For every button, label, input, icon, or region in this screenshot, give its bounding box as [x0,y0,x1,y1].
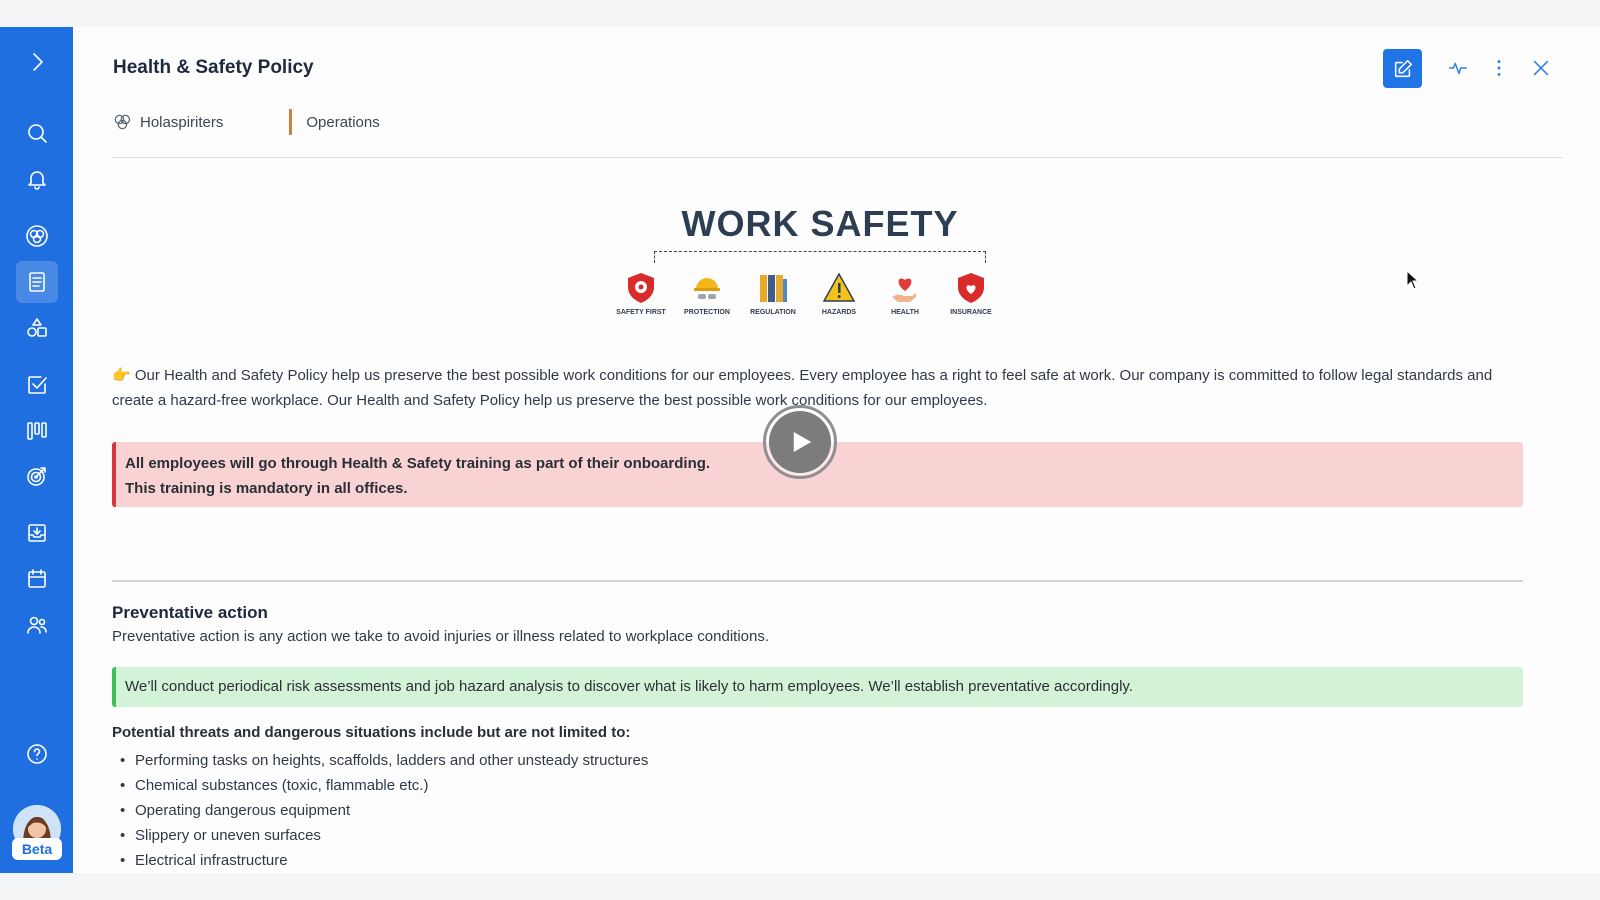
expand-sidebar-button[interactable] [16,41,58,83]
sidebar-item-inbox[interactable] [16,512,58,554]
circle-tag-label: Holaspiriters [140,113,224,131]
circles-icon [114,114,131,130]
binders-icon [760,275,787,302]
intro-paragraph: 👉 Our Health and Safety Policy help us p… [112,363,1512,413]
work-safety-banner: WORK SAFETY SAFETY FIRST PROTECTION REGU… [616,203,1020,323]
category-color-bar [289,109,293,135]
badge-label: HAZARDS [821,309,857,316]
threats-heading: Potential threats and dangerous situatio… [112,724,631,741]
section-heading: Preventative action [112,603,268,622]
circle-tag[interactable]: Holaspiriters [112,112,223,132]
badge-safety-first: SAFETY FIRST [605,271,677,316]
list-item: Electrical infrastructure [112,848,648,873]
sidebar-item-goals[interactable] [16,455,58,497]
section-paragraph: Preventative action is any action we tak… [112,628,770,645]
intro-text: Our Health and Safety Policy help us pre… [112,367,1493,409]
sidebar-item-circles[interactable] [16,215,58,257]
banner-title: WORK SAFETY [681,203,959,244]
sidebar-item-roles[interactable] [16,307,58,349]
activity-button[interactable] [1445,55,1471,81]
sidebar-item-help[interactable] [16,733,58,775]
shield-heart-icon [958,273,984,303]
sidebar-item-calendar[interactable] [16,558,58,600]
warning-icon [822,272,856,302]
document-tags: Holaspiriters Operations [112,109,380,135]
shield-gear-icon [628,273,654,303]
beta-badge: Beta [12,838,62,860]
sidebar-item-people[interactable] [16,604,58,646]
badge-label: HEALTH [891,309,919,316]
circles-icon [26,225,48,247]
people-icon [27,616,47,634]
more-options-button[interactable] [1486,55,1512,81]
sidebar-item-boards[interactable] [16,410,58,452]
category-tag-label: Operations [306,113,380,131]
play-video-button[interactable] [763,405,837,479]
hard-hat-icon [694,278,720,299]
help-icon [27,744,47,764]
badge-label: REGULATION [750,309,796,316]
play-button-circle [769,411,831,473]
sidebar-item-notifications[interactable] [16,158,58,200]
inbox-icon [28,524,46,542]
mouse-cursor-icon [1406,270,1420,290]
list-item: Slippery or uneven surfaces [112,823,648,848]
calendar-icon [28,569,46,588]
sidebar-item-documents[interactable] [16,261,58,303]
checkbox-icon [28,376,47,394]
risk-assessment-callout: We’ll conduct periodical risk assessment… [112,667,1523,707]
badge-regulation: REGULATION [737,271,809,316]
alert-line-2: This training is mandatory in all office… [125,480,408,497]
badge-label: SAFETY FIRST [616,309,666,316]
edit-icon [1394,59,1412,77]
kanban-icon [27,422,47,440]
document-icon [29,272,45,292]
close-button[interactable] [1528,55,1554,81]
list-item: Operating dangerous equipment [112,798,648,823]
section-divider [112,580,1523,582]
chevron-right-icon [33,53,43,71]
list-item: Performing tasks on heights, scaffolds, … [112,748,648,773]
activity-icon [1449,62,1467,75]
badge-health: HEALTH [869,271,941,316]
pointing-hand-icon: 👉 [112,367,131,384]
play-icon [793,432,812,452]
category-tag[interactable]: Operations [289,109,380,135]
close-icon [1533,60,1549,76]
heart-hand-icon [892,278,916,302]
badge-insurance: INSURANCE [935,271,1007,316]
target-icon [27,467,46,486]
divider [112,157,1562,158]
sidebar-item-tasks[interactable] [16,364,58,406]
edit-button[interactable] [1383,49,1422,88]
bell-icon [28,171,46,190]
sidebar-item-search[interactable] [16,112,58,154]
page-title: Health & Safety Policy [113,57,314,78]
search-icon [28,124,47,143]
badge-label: PROTECTION [684,309,730,316]
sidebar: Beta [0,27,73,873]
banner-connector [654,251,986,263]
badge-protection: PROTECTION [671,271,743,316]
threats-list: Performing tasks on heights, scaffolds, … [112,748,648,873]
list-item: Chemical substances (toxic, flammable et… [112,773,648,798]
badge-hazards: HAZARDS [803,271,875,316]
shapes-icon [27,318,47,337]
badge-label: INSURANCE [950,309,992,316]
app-window: Beta Health & Safety Policy Holaspiriter… [0,27,1600,873]
more-vertical-icon [1497,60,1501,76]
